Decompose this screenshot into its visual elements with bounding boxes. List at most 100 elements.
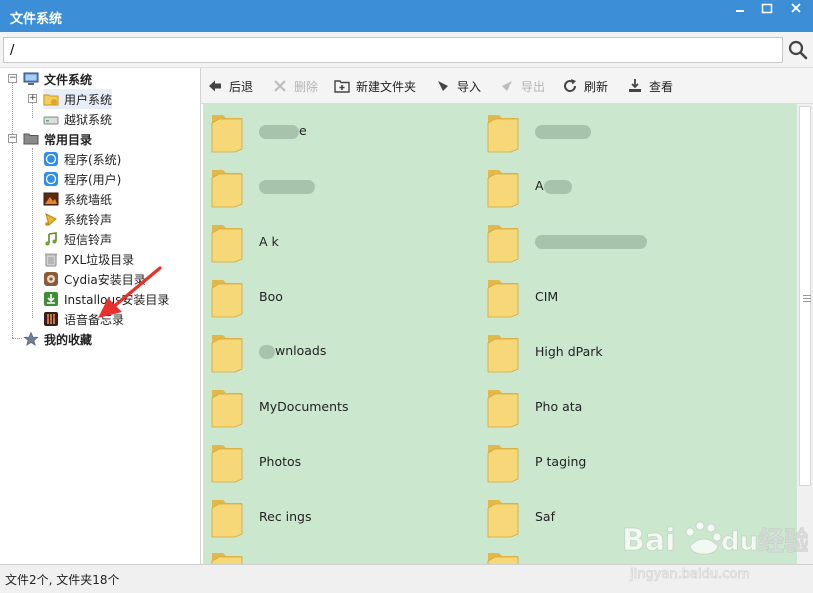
back-button[interactable]: 后退 [207,76,253,96]
tree-label: 我的收藏 [44,332,93,347]
tree-label: 语音备忘录 [64,312,125,327]
folder-item[interactable]: e [209,106,307,156]
tree-label: 程序(系统) [64,152,122,167]
tree-item-user-system[interactable]: 用户系统 [43,89,113,109]
grip-icon [803,295,811,296]
import-button[interactable]: 导入 [435,76,481,96]
folder-item[interactable]: Saf [485,491,555,541]
folder-item[interactable]: Pho ata [485,381,582,431]
installous-icon [44,292,58,306]
path-bar [0,32,813,68]
vertical-scrollbar[interactable] [797,104,813,564]
folder-name: A [535,178,572,194]
folder-icon [211,115,243,153]
folder-item[interactable]: A [485,161,572,211]
window-title: 文件系统 [10,12,63,27]
tree-item-ringtones[interactable]: 系统铃声 [43,209,112,229]
folder-icon [487,115,519,153]
tree-item-jailbreak-system[interactable]: 越狱系统 [43,109,112,129]
tree-item-sms-tones[interactable]: 短信铃声 [43,229,112,249]
collapse-toggle[interactable]: − [8,134,17,143]
export-button[interactable]: 导出 [499,76,545,96]
delete-icon [274,80,286,92]
search-icon[interactable] [786,38,810,62]
refresh-label: 刷新 [584,79,609,94]
folder-item[interactable] [485,106,591,156]
tree-label: 用户系统 [64,92,113,107]
tree-item-installous[interactable]: Installous安装目录 [43,289,169,309]
folder-item[interactable] [209,161,315,211]
folder-icon [487,500,519,538]
close-icon[interactable] [783,2,809,16]
delete-label: 删除 [294,79,319,94]
star-icon [23,331,39,346]
import-label: 导入 [457,79,482,94]
tree-item-user-apps[interactable]: 程序(用户) [43,169,121,189]
view-button[interactable]: 查看 [627,76,673,96]
folder-item[interactable]: CIM [485,271,558,321]
tree-item-favorites[interactable]: 我的收藏 [23,329,92,349]
folder-item[interactable] [485,544,535,564]
arrow-left-icon [209,80,221,92]
collapse-toggle[interactable]: − [8,74,17,83]
folder-item[interactable]: MyDocuments [209,381,348,431]
folder-icon [211,280,243,318]
folder-item[interactable] [209,544,259,564]
tree-item-root[interactable]: 文件系统 [23,69,92,89]
tree-line [32,148,33,318]
new-folder-label: 新建文件夹 [356,79,417,94]
folder-icon [211,170,243,208]
tree-line [12,82,13,338]
expand-toggle[interactable]: + [28,94,37,103]
folder-name [259,178,315,194]
folder-name: P taging [535,453,587,469]
folder-icon [23,133,39,145]
folder-item[interactable]: Boo [209,271,283,321]
tree-label: 越狱系统 [64,112,113,127]
folder-icon [211,445,243,483]
status-bar: 文件2个, 文件夹18个 [0,564,813,593]
path-input[interactable] [3,37,783,63]
tree-label: 系统墙纸 [64,192,113,207]
minimize-icon[interactable] [727,2,753,16]
user-folder-icon [43,94,59,106]
maximize-icon[interactable] [754,2,780,16]
refresh-button[interactable]: 刷新 [562,76,608,96]
folder-item[interactable]: High dPark [485,326,603,376]
tree-item-cydia[interactable]: Cydia安装目录 [43,269,146,289]
delete-button[interactable]: 删除 [272,76,318,96]
folder-item[interactable] [485,216,647,266]
folder-icon [487,335,519,373]
folder-name: Photos [259,453,302,469]
folder-item[interactable]: A k [209,216,279,266]
export-label: 导出 [521,79,546,94]
folder-item[interactable]: wnloads [209,326,326,376]
tree-label: Installous安装目录 [64,292,170,307]
folder-item[interactable]: Photos [209,436,301,486]
view-icon [629,79,641,92]
folder-icon [487,170,519,208]
new-folder-button[interactable]: 新建文件夹 [334,76,416,96]
folder-icon [487,225,519,263]
tree-item-wallpaper[interactable]: 系统墙纸 [43,189,112,209]
import-icon [438,81,448,91]
app-store-icon [44,152,58,166]
folder-name: Pho ata [535,398,583,414]
folder-icon [211,390,243,428]
tree-line [32,102,33,118]
tree-label: Cydia安装目录 [64,272,146,287]
tree-item-common-dirs[interactable]: 常用目录 [23,129,92,149]
folder-icon [487,390,519,428]
folder-name: CIM [535,288,559,304]
folder-item[interactable]: Rec ings [209,491,312,541]
tree-label: 文件系统 [44,72,93,87]
tree-item-voice-memos[interactable]: 语音备忘录 [43,309,124,329]
tree-label: 常用目录 [44,132,93,147]
folder-icon [487,553,519,564]
back-label: 后退 [229,79,254,94]
tree-label: 短信铃声 [64,232,113,247]
tree-item-system-apps[interactable]: 程序(系统) [43,149,121,169]
tree-item-pxl-trash[interactable]: PXL垃圾目录 [43,249,134,269]
folder-item[interactable]: P taging [485,436,586,486]
scrollbar-thumb[interactable] [799,106,811,486]
